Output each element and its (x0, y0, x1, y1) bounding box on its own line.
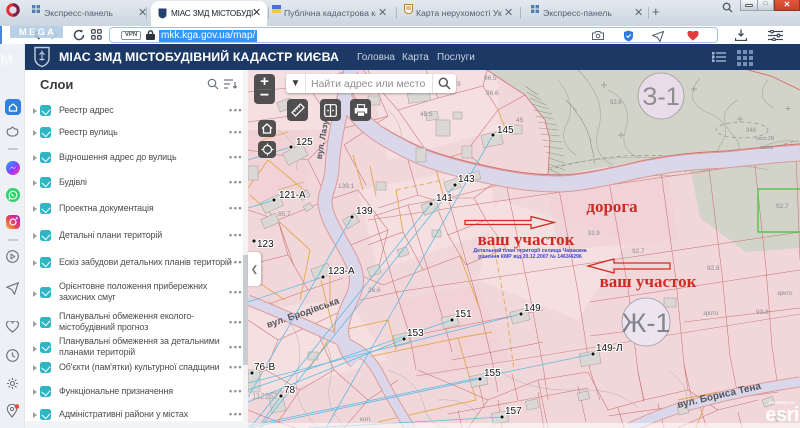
svg-text:Ж-1: Ж-1 (622, 308, 671, 338)
svg-text:93.8: 93.8 (756, 309, 769, 316)
svg-text:123-А: 123-А (328, 266, 355, 277)
svg-text:155: 155 (484, 368, 501, 379)
svg-text:45: 45 (516, 117, 524, 124)
svg-text:112257: 112257 (252, 392, 279, 401)
svg-text:121-А: 121-А (279, 190, 306, 201)
svg-text:92.7: 92.7 (776, 203, 789, 210)
svg-text:92.9: 92.9 (588, 231, 600, 237)
svg-text:завер: завер (760, 145, 773, 151)
svg-text:76-В: 76-В (254, 362, 275, 373)
svg-text:З-1: З-1 (642, 83, 679, 111)
svg-text:125: 125 (296, 137, 313, 148)
svg-text:141: 141 (436, 193, 453, 204)
svg-text:зрито: зрито (777, 291, 793, 297)
svg-text:139: 139 (356, 206, 373, 217)
svg-text:коп.: коп. (360, 416, 372, 423)
svg-text:зрото: зрото (703, 311, 719, 317)
svg-text:85.7: 85.7 (278, 211, 291, 218)
svg-text:153: 153 (407, 328, 424, 339)
svg-text:948: 948 (746, 128, 757, 134)
svg-text:ваш участок: ваш участок (600, 272, 697, 291)
svg-text:143: 143 (458, 174, 475, 185)
svg-text:123: 123 (257, 239, 274, 250)
svg-text:рішення КМР від 20.12.2007 № 1: рішення КМР від 20.12.2007 № 1463/4296 (478, 254, 582, 260)
svg-text:ваш участок: ваш участок (478, 230, 575, 249)
svg-text:96.6: 96.6 (486, 90, 499, 97)
svg-text:45.5: 45.5 (420, 111, 433, 118)
svg-text:139.1: 139.1 (338, 183, 355, 190)
svg-text:78: 78 (284, 385, 296, 396)
svg-text:96.5: 96.5 (484, 75, 497, 82)
svg-text:92.7: 92.7 (632, 248, 645, 255)
svg-text:145: 145 (497, 125, 514, 136)
svg-text:дорога: дорога (586, 197, 638, 216)
svg-text:149-Л: 149-Л (596, 343, 623, 354)
svg-text:Детальний план території селищ: Детальний план території селища Чапаєвка (473, 247, 586, 254)
svg-text:окол.2В: окол.2В (756, 136, 775, 142)
svg-text:92.8: 92.8 (707, 265, 720, 272)
svg-text:151: 151 (455, 309, 472, 320)
svg-text:157: 157 (505, 406, 522, 417)
svg-text:149: 149 (524, 303, 541, 314)
svg-text:92.6: 92.6 (610, 100, 622, 106)
